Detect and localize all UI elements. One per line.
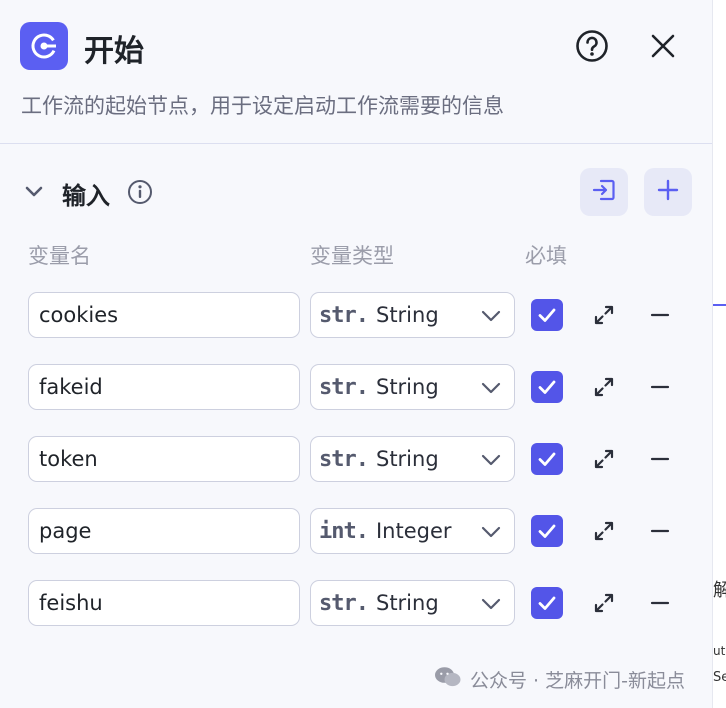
checkmark-icon xyxy=(538,308,556,322)
chevron-down-icon xyxy=(480,521,502,547)
required-checkbox[interactable] xyxy=(531,515,563,547)
minus-icon[interactable] xyxy=(646,301,674,329)
type-prefix: str. xyxy=(319,446,369,472)
info-icon[interactable] xyxy=(126,178,154,206)
checkmark-icon xyxy=(538,452,556,466)
question-circle-icon[interactable] xyxy=(573,27,611,65)
checkmark-icon xyxy=(538,596,556,610)
close-icon[interactable] xyxy=(644,27,682,65)
variable-type-select[interactable]: str. String xyxy=(310,292,515,338)
type-label: String xyxy=(375,303,439,327)
variable-type-select[interactable]: int. Integer xyxy=(310,508,515,554)
panel-header: 开始 工作流的起始节点，用于设定启动工作流需要的信息 xyxy=(0,0,712,144)
page-title: 开始 xyxy=(84,34,144,69)
edge-text-3: Se xyxy=(713,670,726,685)
variable-name-input[interactable] xyxy=(28,580,300,626)
type-prefix: str. xyxy=(319,374,369,400)
required-checkbox[interactable] xyxy=(531,371,563,403)
start-node-panel: 开始 工作流的起始节点，用于设定启动工作流需要的信息 输入 变量名 变量类型 必… xyxy=(0,0,712,708)
variable-type-select[interactable]: str. String xyxy=(310,580,515,626)
expand-icon[interactable] xyxy=(590,589,618,617)
expand-icon[interactable] xyxy=(590,517,618,545)
checkmark-icon xyxy=(538,380,556,394)
chevron-down-icon xyxy=(480,449,502,475)
minus-icon[interactable] xyxy=(646,517,674,545)
minus-icon[interactable] xyxy=(646,445,674,473)
add-variable-button[interactable] xyxy=(644,168,692,216)
variable-row: str. String xyxy=(0,364,712,414)
column-header-name: 变量名 xyxy=(28,244,91,268)
type-label: String xyxy=(375,591,439,615)
type-prefix: str. xyxy=(319,590,369,616)
expand-icon[interactable] xyxy=(590,373,618,401)
required-checkbox[interactable] xyxy=(531,587,563,619)
variable-name-input[interactable] xyxy=(28,508,300,554)
chevron-down-icon xyxy=(480,377,502,403)
panel-description: 工作流的起始节点，用于设定启动工作流需要的信息 xyxy=(21,94,504,118)
import-icon xyxy=(591,177,617,207)
type-prefix: str. xyxy=(319,302,369,328)
watermark-text: 公众号 · 芝麻开门-新起点 xyxy=(470,670,685,692)
variable-name-input[interactable] xyxy=(28,364,300,410)
type-prefix: int. xyxy=(319,518,369,544)
watermark: 公众号 · 芝麻开门-新起点 xyxy=(434,666,685,693)
type-label: Integer xyxy=(375,519,452,543)
edge-text-2: ut xyxy=(713,644,726,658)
variable-row: str. String xyxy=(0,292,712,342)
edge-text-1: 解 xyxy=(713,576,726,602)
variable-row: str. String xyxy=(0,436,712,486)
type-label: String xyxy=(375,447,439,471)
type-label: String xyxy=(375,375,439,399)
input-section-header: 输入 xyxy=(0,168,712,216)
chevron-down-icon[interactable] xyxy=(22,180,46,204)
import-button[interactable] xyxy=(580,168,628,216)
column-header-type: 变量类型 xyxy=(310,244,394,268)
chevron-down-icon xyxy=(480,305,502,331)
required-checkbox[interactable] xyxy=(531,299,563,331)
minus-icon[interactable] xyxy=(646,589,674,617)
variable-row: int. Integer xyxy=(0,508,712,558)
column-header-required: 必填 xyxy=(525,244,567,268)
start-node-icon xyxy=(20,22,68,70)
variable-name-input[interactable] xyxy=(28,292,300,338)
variable-type-select[interactable]: str. String xyxy=(310,436,515,482)
variable-name-input[interactable] xyxy=(28,436,300,482)
expand-icon[interactable] xyxy=(590,301,618,329)
checkmark-icon xyxy=(538,524,556,538)
plus-icon xyxy=(656,178,680,206)
wechat-icon xyxy=(434,666,462,693)
chevron-down-icon xyxy=(480,593,502,619)
section-title: 输入 xyxy=(62,182,110,210)
variable-row: str. String xyxy=(0,580,712,630)
required-checkbox[interactable] xyxy=(531,443,563,475)
edge-accent-line xyxy=(713,304,726,306)
expand-icon[interactable] xyxy=(590,445,618,473)
minus-icon[interactable] xyxy=(646,373,674,401)
background-canvas-edge: 解 ut Se xyxy=(712,0,726,708)
variable-type-select[interactable]: str. String xyxy=(310,364,515,410)
